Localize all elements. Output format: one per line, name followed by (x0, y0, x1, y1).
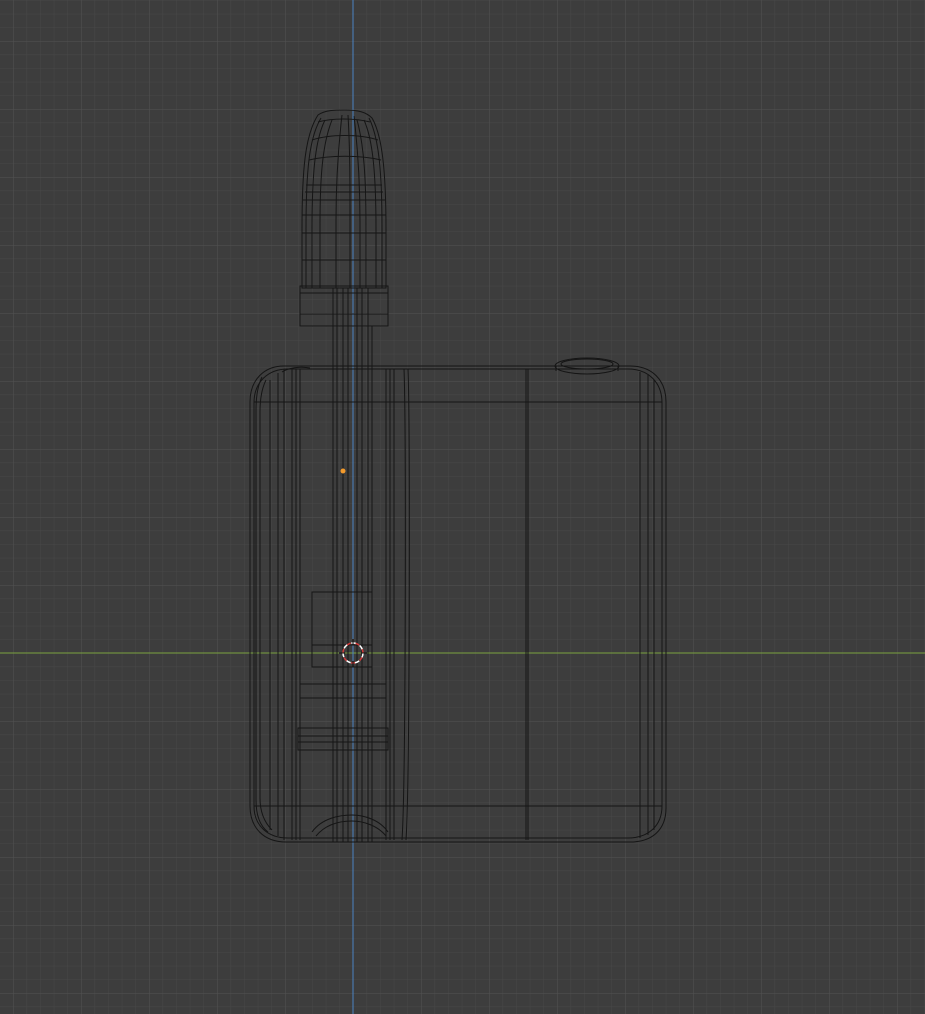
object-origin-marker[interactable] (340, 468, 346, 474)
3d-viewport[interactable] (0, 0, 925, 1014)
viewport-canvas[interactable] (0, 0, 925, 1014)
grid-major (0, 0, 925, 1014)
